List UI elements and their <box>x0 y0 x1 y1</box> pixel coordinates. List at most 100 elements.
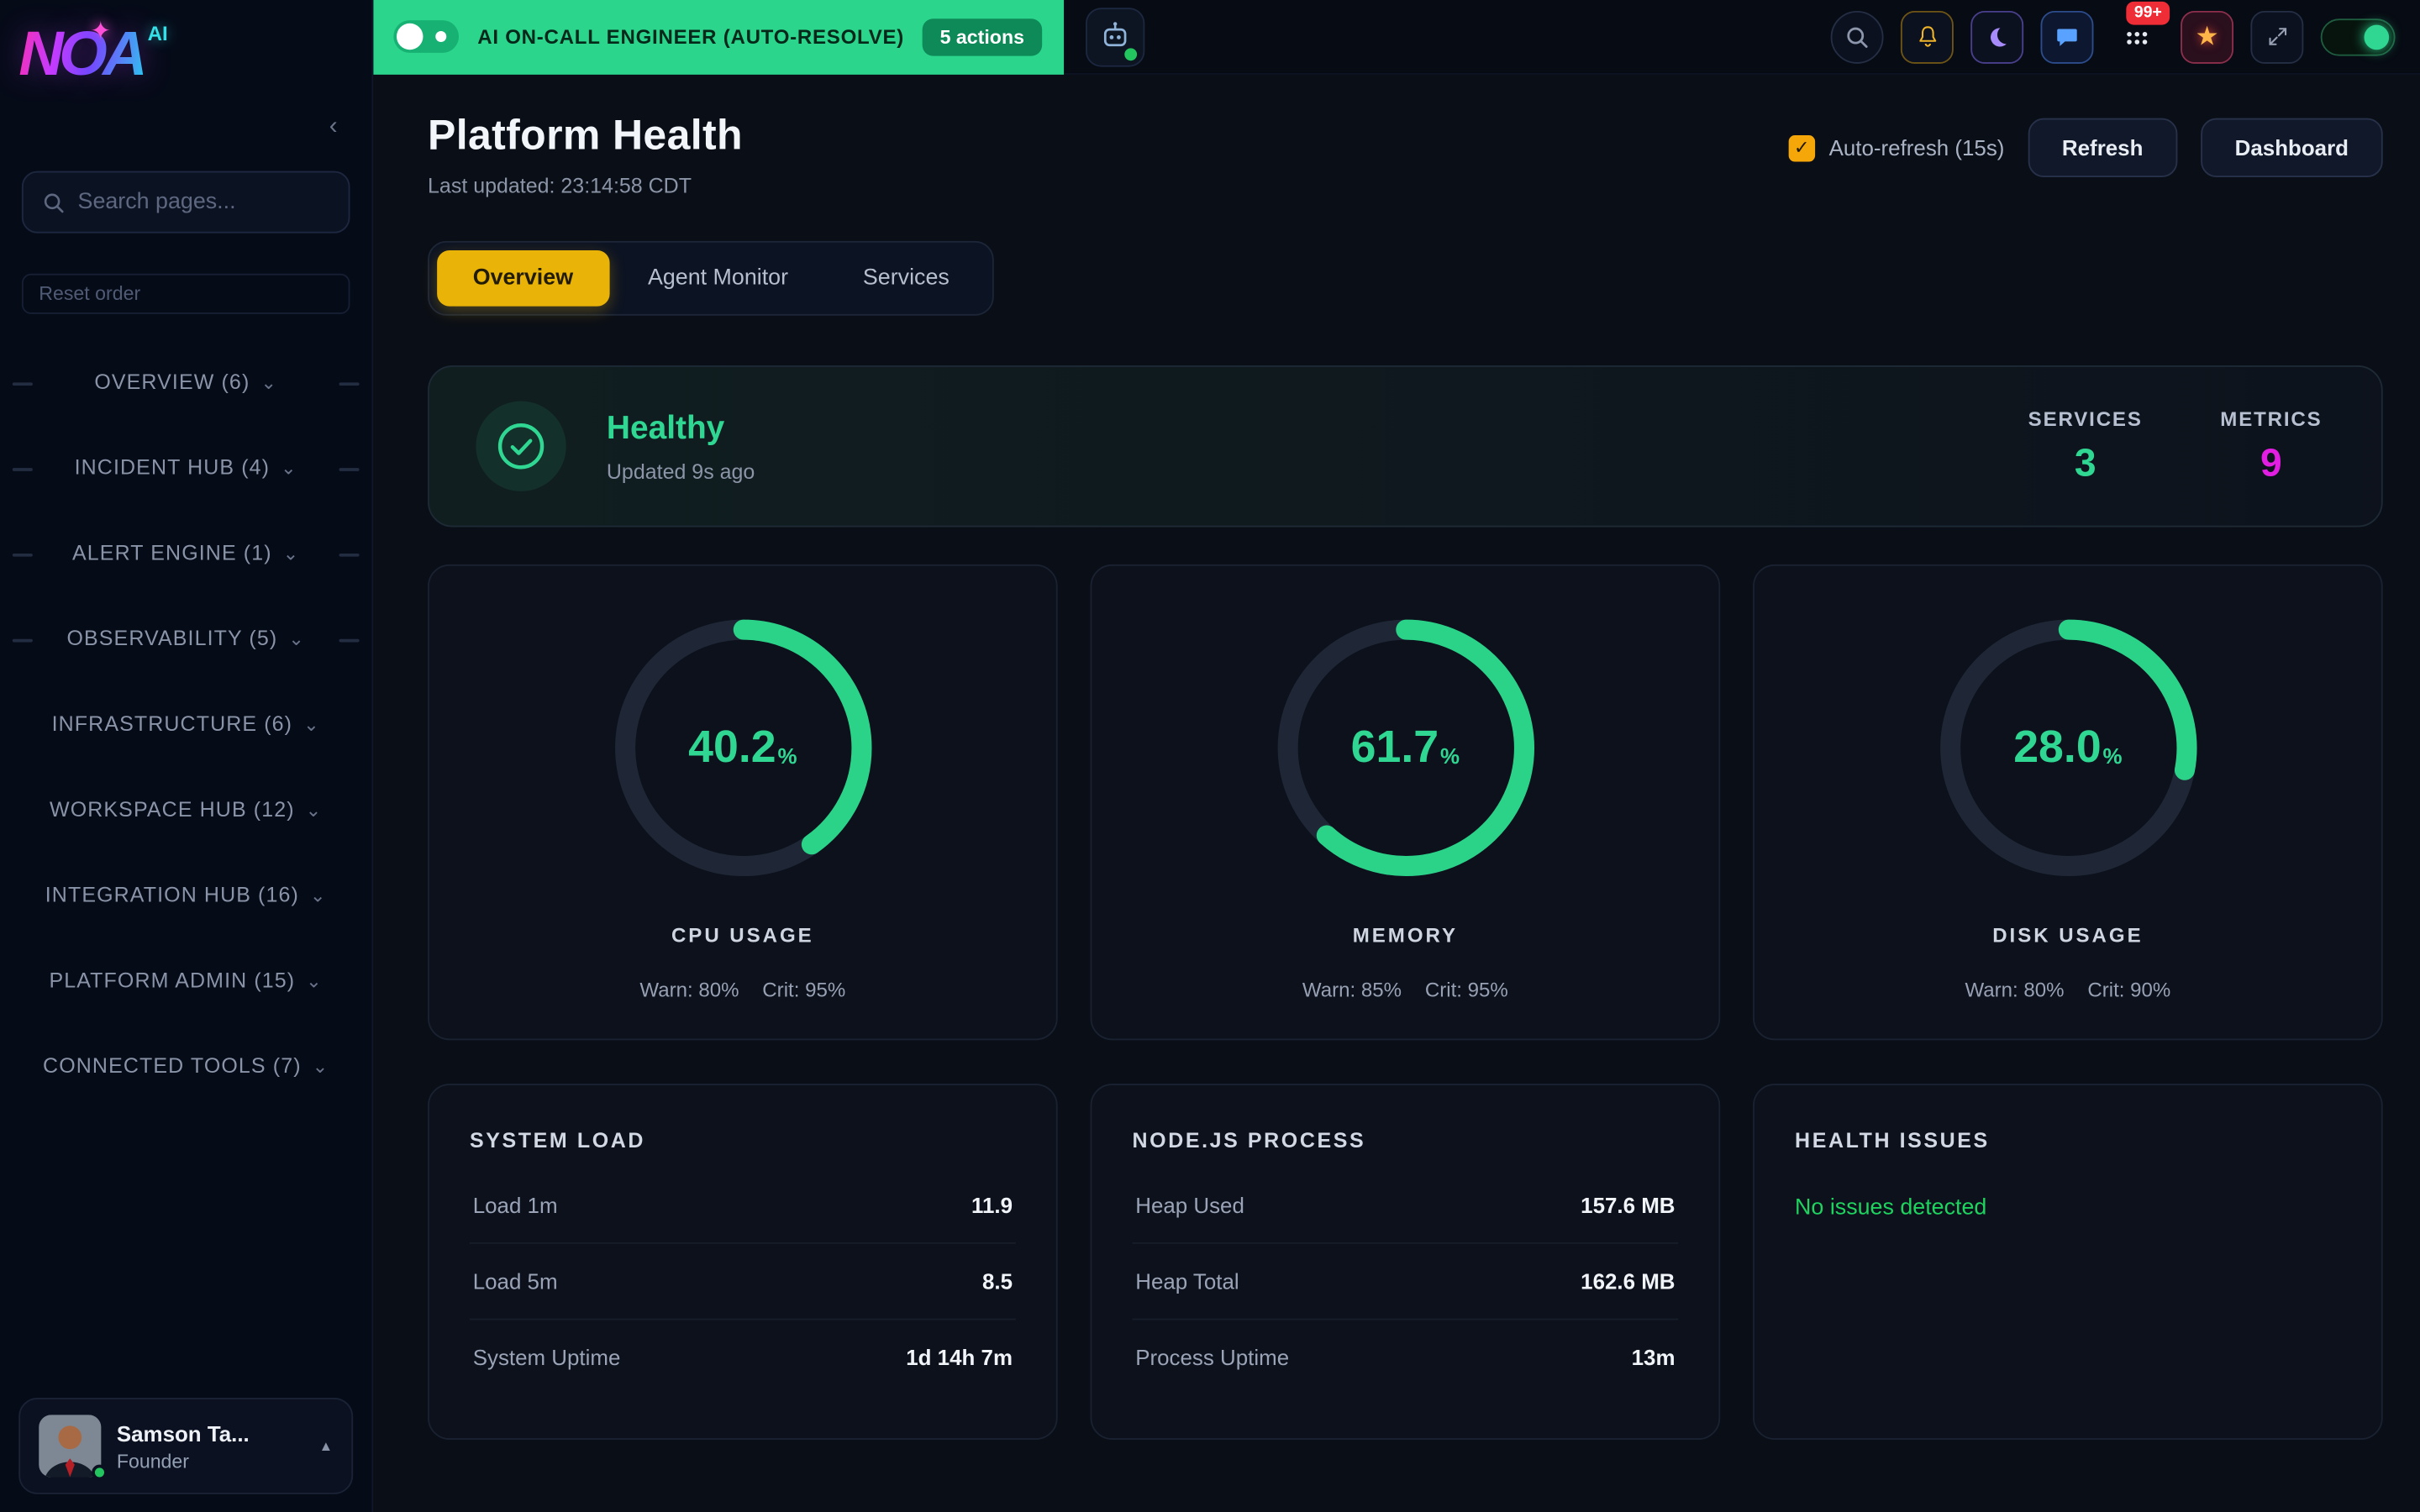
table-row: Load 1m 11.9 <box>470 1168 1016 1244</box>
chevron-down-icon: ⌄ <box>260 371 277 393</box>
search-button[interactable] <box>1831 10 1884 63</box>
memory-gauge-thresholds: Warn: 85% Crit: 95% <box>1302 978 1508 1001</box>
disk-gauge: 28.0 % <box>1929 610 2206 886</box>
caret-up-icon[interactable]: ▲ <box>319 1438 334 1454</box>
page-header: Platform Health Last updated: 23:14:58 C… <box>428 112 2383 197</box>
oncall-label: AI ON-CALL ENGINEER (AUTO-RESOLVE) <box>477 25 904 49</box>
brand-logo-suffix: AI <box>148 22 168 45</box>
cpu-gauge-unit: % <box>778 743 797 769</box>
table-row: Process Uptime 13m <box>1133 1320 1679 1394</box>
metrics-label: METRICS <box>2220 407 2322 430</box>
sidebar-item-incident-hub[interactable]: INCIDENT HUB (4) ⌄ <box>0 424 371 510</box>
table-row: Heap Total 162.6 MB <box>1133 1244 1679 1320</box>
disk-gauge-label: DISK USAGE <box>1992 923 2143 947</box>
ai-assistant-button[interactable] <box>1085 7 1144 66</box>
sidebar-item-label: INFRASTRUCTURE (6) <box>52 712 293 736</box>
sidebar-item-workspace-hub[interactable]: WORKSPACE HUB (12) ⌄ <box>0 767 371 853</box>
chevron-down-icon: ⌄ <box>306 970 323 992</box>
node-process-card: NODE.JS PROCESS Heap Used 157.6 MB Heap … <box>1091 1084 1721 1440</box>
chat-button[interactable] <box>2041 10 2094 63</box>
user-name: Samson Ta... <box>117 1420 250 1446</box>
main-column: AI ON-CALL ENGINEER (AUTO-RESOLVE) 5 act… <box>373 0 2420 1512</box>
user-meta: Samson Ta... Founder <box>117 1420 250 1472</box>
sidebar-collapse-icon[interactable]: ‹ <box>329 115 338 140</box>
sidebar-item-overview[interactable]: OVERVIEW (6) ⌄ <box>0 339 371 425</box>
page-title: Platform Health <box>428 112 743 160</box>
user-card[interactable]: Samson Ta... Founder ▲ <box>18 1398 353 1494</box>
sidebar-item-platform-admin[interactable]: PLATFORM ADMIN (15) ⌄ <box>0 937 371 1023</box>
sidebar-item-observability[interactable]: OBSERVABILITY (5) ⌄ <box>0 596 371 681</box>
cpu-gauge-value: 40.2 <box>688 722 776 774</box>
favorites-button[interactable]: ★ <box>2181 10 2233 63</box>
sidebar-item-label: PLATFORM ADMIN (15) <box>49 969 295 992</box>
status-metrics: SERVICES 3 METRICS 9 <box>2028 407 2335 486</box>
chevron-down-icon: ⌄ <box>310 885 327 906</box>
sidebar-item-connected-tools[interactable]: CONNECTED TOOLS (7) ⌄ <box>0 1023 371 1109</box>
memory-gauge: 61.7 % <box>1267 610 1544 886</box>
disk-gauge-unit: % <box>2103 743 2123 769</box>
disk-gauge-thresholds: Warn: 80% Crit: 90% <box>1965 978 2170 1001</box>
sidebar: NOA ✦ AI ‹ Reset order OVERVIEW (6) ⌄ IN… <box>0 0 373 1512</box>
metrics-value: 9 <box>2220 441 2322 486</box>
warn-threshold: Warn: 80% <box>1965 978 2064 1001</box>
health-issues-card: HEALTH ISSUES No issues detected <box>1753 1084 2383 1440</box>
oncall-banner: AI ON-CALL ENGINEER (AUTO-RESOLVE) 5 act… <box>373 0 1063 74</box>
warn-threshold: Warn: 85% <box>1302 978 1402 1001</box>
disk-gauge-card: 28.0 % DISK USAGE Warn: 80% Crit: 90% <box>1753 564 2383 1040</box>
assistant-online-dot <box>1123 47 1136 60</box>
status-text: Healthy Updated 9s ago <box>607 410 755 483</box>
system-load-card: SYSTEM LOAD Load 1m 11.9 Load 5m 8.5 Sys… <box>428 1084 1058 1440</box>
node-process-title: NODE.JS PROCESS <box>1133 1129 1679 1152</box>
actions-badge[interactable]: 5 actions <box>923 18 1041 55</box>
status-state: Healthy <box>607 410 755 447</box>
dark-mode-button[interactable] <box>1970 10 2023 63</box>
sidebar-item-label: INTEGRATION HUB (16) <box>45 883 299 906</box>
tab-services[interactable]: Services <box>827 250 985 307</box>
gauges-row: 40.2 % CPU USAGE Warn: 80% Crit: 95% <box>428 564 2383 1040</box>
tab-agent-monitor[interactable]: Agent Monitor <box>612 250 823 307</box>
disk-gauge-value: 28.0 <box>2013 722 2101 774</box>
last-updated: Last updated: 23:14:58 CDT <box>428 174 743 197</box>
services-metric: SERVICES 3 <box>2028 407 2143 486</box>
star-icon: ★ <box>2195 21 2218 52</box>
tab-overview[interactable]: Overview <box>437 250 609 307</box>
sidebar-item-label: INCIDENT HUB (4) <box>75 455 271 479</box>
services-value: 3 <box>2028 441 2143 486</box>
notifications-count-badge: 99+ <box>2123 0 2173 28</box>
dashboard-button[interactable]: Dashboard <box>2201 118 2383 177</box>
chevron-down-icon: ⌄ <box>313 1056 329 1078</box>
memory-gauge-label: MEMORY <box>1353 923 1458 947</box>
system-load-title: SYSTEM LOAD <box>470 1129 1016 1152</box>
cpu-gauge-label: CPU USAGE <box>671 923 814 947</box>
apps-button[interactable]: 99+ <box>2111 10 2164 63</box>
sidebar-item-infrastructure[interactable]: INFRASTRUCTURE (6) ⌄ <box>0 681 371 767</box>
table-row: System Uptime 1d 14h 7m <box>470 1320 1016 1394</box>
search-input[interactable] <box>78 190 330 215</box>
oncall-toggle[interactable] <box>393 20 459 53</box>
brand-logo: NOA ✦ AI <box>0 0 371 99</box>
notifications-button[interactable] <box>1901 10 1954 63</box>
cpu-gauge: 40.2 % <box>604 610 881 886</box>
auto-refresh-control[interactable]: ✓ Auto-refresh (15s) <box>1788 134 2004 160</box>
sidebar-item-integration-hub[interactable]: INTEGRATION HUB (16) ⌄ <box>0 852 371 937</box>
sidebar-item-label: OBSERVABILITY (5) <box>66 627 277 650</box>
sidebar-search[interactable] <box>22 171 350 234</box>
metrics-metric: METRICS 9 <box>2220 407 2322 486</box>
power-toggle[interactable] <box>2321 18 2396 55</box>
sidebar-item-label: WORKSPACE HUB (12) <box>50 798 295 822</box>
memory-gauge-unit: % <box>1440 743 1460 769</box>
no-issues-message: No issues detected <box>1795 1195 2341 1221</box>
auto-refresh-checkbox[interactable]: ✓ <box>1788 134 1814 160</box>
reset-order-button[interactable]: Reset order <box>22 274 350 314</box>
health-issues-title: HEALTH ISSUES <box>1795 1129 2341 1152</box>
toggle-dot <box>435 31 446 42</box>
fullscreen-button[interactable] <box>2250 10 2303 63</box>
online-status-dot <box>92 1465 108 1481</box>
memory-gauge-card: 61.7 % MEMORY Warn: 85% Crit: 95% <box>1091 564 1721 1040</box>
crit-threshold: Crit: 90% <box>2087 978 2170 1001</box>
sidebar-item-alert-engine[interactable]: ALERT ENGINE (1) ⌄ <box>0 510 371 596</box>
warn-threshold: Warn: 80% <box>639 978 739 1001</box>
refresh-button[interactable]: Refresh <box>2028 118 2177 177</box>
healthy-check-icon <box>476 402 566 491</box>
brand-logo-text: NOA <box>18 9 143 99</box>
